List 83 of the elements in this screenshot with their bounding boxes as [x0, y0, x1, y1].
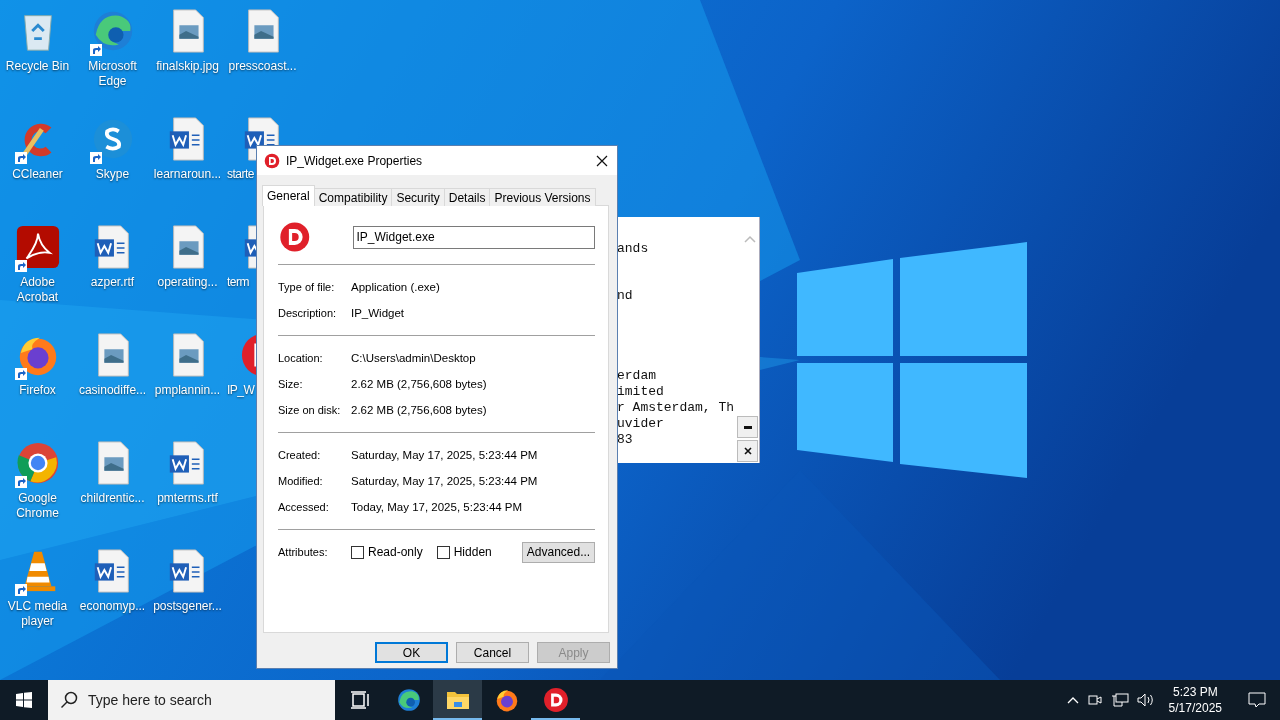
clock-date: 5/17/2025 [1168, 700, 1222, 716]
property-value: Saturday, May 17, 2025, 5:23:44 PM [351, 449, 538, 461]
search-icon [60, 691, 78, 709]
text-line: ands [617, 241, 649, 257]
desktop-icon-label[interactable]: Adobe Acrobat [0, 275, 75, 305]
property-value: Today, May 17, 2025, 5:23:44 PM [351, 501, 523, 513]
desktop-icon-label[interactable]: Google Chrome [0, 491, 75, 521]
text-line: erdam [617, 368, 656, 384]
checkbox-label[interactable]: Read-only [368, 545, 423, 559]
tab[interactable]: Security [391, 188, 445, 206]
desktop-icon-label[interactable]: pmplannin... [150, 383, 225, 398]
advanced-button[interactable]: Advanced... [522, 541, 595, 563]
taskbar-app-button[interactable] [433, 680, 482, 720]
desktop-icon-label[interactable]: learnaroun... [150, 167, 225, 182]
app-logo-icon [264, 152, 280, 169]
property-label: Location: [278, 352, 324, 364]
text-line: 83 [617, 432, 633, 448]
desktop-icon-label[interactable]: Microsoft Edge [75, 59, 150, 89]
task-view-icon [349, 691, 370, 709]
desktop-icon-label[interactable]: economyp... [75, 599, 150, 614]
text-line: imited [617, 384, 664, 400]
text-line: r Amsterdam, Th [617, 400, 735, 416]
chevron-up-icon[interactable] [1066, 696, 1079, 704]
edge-icon [395, 687, 422, 713]
property-label: Type of file: [278, 281, 336, 293]
tab[interactable]: Previous Versions [489, 188, 596, 206]
desktop-icon-label[interactable]: CCleaner [0, 167, 75, 182]
desktop-icon-label[interactable]: Recycle Bin [0, 59, 75, 74]
speaker-icon[interactable] [1136, 692, 1155, 708]
clock[interactable]: 5:23 PM 5/17/2025 [1162, 684, 1228, 716]
property-label: Size on disk: [278, 404, 342, 416]
tab[interactable]: General [262, 185, 315, 206]
tab[interactable]: Details [443, 188, 491, 206]
app-logo-icon [542, 687, 569, 713]
clock-time: 5:23 PM [1172, 684, 1218, 700]
minus-icon [743, 425, 752, 429]
dialog-button[interactable]: OK [375, 642, 448, 663]
text-line: nd [617, 288, 633, 304]
close-icon [743, 447, 752, 455]
minimize-button[interactable] [737, 416, 758, 438]
app-logo-icon [279, 221, 311, 253]
desktop-icon-label[interactable]: finalskip.jpg [150, 59, 225, 74]
desktop-icon-label[interactable]: casinodiffe... [75, 383, 150, 398]
property-label: Attributes: [278, 546, 329, 558]
desktop-icon-label[interactable]: starte [227, 167, 254, 182]
property-value: Saturday, May 17, 2025, 5:23:44 PM [351, 475, 538, 487]
checkbox[interactable] [351, 545, 364, 559]
tab[interactable]: Compatibility [313, 188, 393, 206]
desktop-icon-label[interactable]: term [227, 275, 249, 290]
desktop-icon-label[interactable]: Skype [75, 167, 150, 182]
desktop-icon-label[interactable]: operating... [150, 275, 225, 290]
file-name-field[interactable]: IP_Widget.exe [352, 225, 595, 249]
property-value: 2.62 MB (2,756,608 bytes) [351, 404, 487, 416]
close-icon [596, 154, 608, 167]
desktop-icon-label[interactable]: childrentic... [75, 491, 150, 506]
property-value: C:\Users\admin\Desktop [351, 352, 476, 364]
scroll-up-icon [744, 235, 756, 243]
folder-icon [445, 689, 470, 711]
desktop-icon-label[interactable]: Firefox [0, 383, 75, 398]
checkbox-label[interactable]: Hidden [453, 545, 492, 559]
property-label: Size: [278, 378, 304, 390]
window-title: IP_Widget.exe Properties [286, 153, 424, 168]
desktop-icon-label[interactable]: IP_W [227, 383, 255, 398]
close-button[interactable] [737, 440, 758, 462]
windows-logo-icon [16, 692, 32, 708]
property-label: Description: [278, 307, 338, 319]
desktop-icon-label[interactable]: VLC media player [0, 599, 75, 629]
property-value: 2.62 MB (2,756,608 bytes) [351, 378, 487, 390]
property-label: Accessed: [278, 501, 330, 513]
property-label: Created: [278, 449, 322, 461]
dialog-button[interactable]: Cancel [456, 642, 529, 663]
desktop-icon-label[interactable]: pmterms.rtf [150, 491, 225, 506]
property-label: Modified: [278, 475, 324, 487]
camera-icon[interactable] [1086, 692, 1103, 708]
text-line: uvider [617, 416, 664, 432]
property-value: Application (.exe) [351, 281, 440, 293]
property-value: IP_Widget [351, 307, 405, 319]
desktop-icon-label[interactable]: postsgener... [150, 599, 225, 614]
checkbox[interactable] [436, 545, 450, 559]
network-icon[interactable] [1110, 692, 1129, 708]
notification-icon[interactable] [1248, 692, 1266, 708]
desktop-icon-label[interactable]: presscoast... [225, 59, 300, 74]
desktop-icon-label[interactable]: azper.rtf [75, 275, 150, 290]
